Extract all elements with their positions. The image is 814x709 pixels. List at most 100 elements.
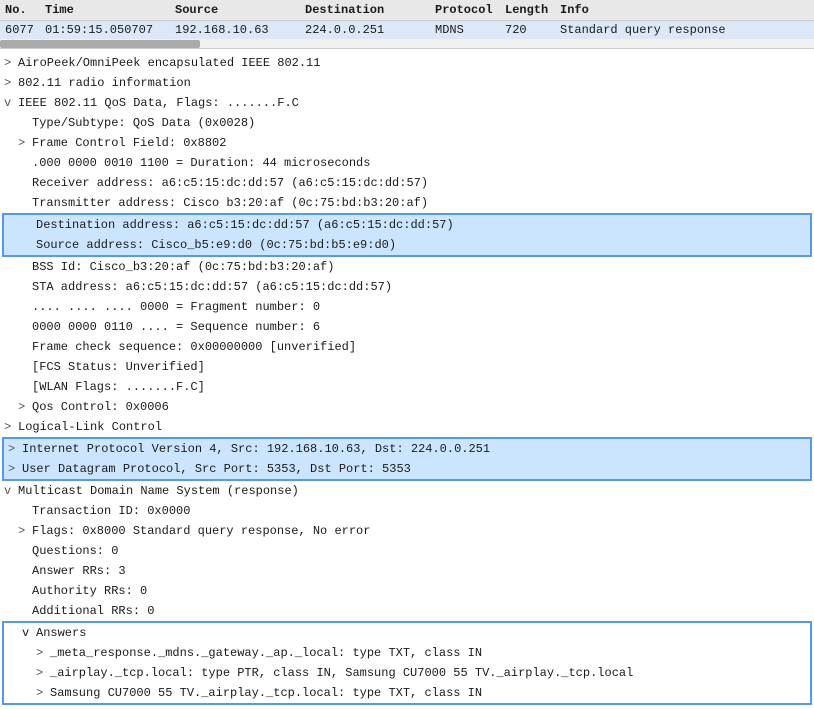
tree-text-txid: Transaction ID: 0x0000	[32, 502, 190, 520]
tree-text-bss: BSS Id: Cisco_b3:20:af (0c:75:bd:b3:20:a…	[32, 258, 334, 276]
expand-icon-flags2[interactable]: >	[18, 522, 32, 540]
tree-item-wlan-flags[interactable]: [WLAN Flags: .......F.C]	[0, 377, 814, 397]
tree-item-answer-rrs[interactable]: Answer RRs: 3	[0, 561, 814, 581]
tree-item-addl-rrs[interactable]: Additional RRs: 0	[0, 601, 814, 621]
scrollbar-area[interactable]	[0, 39, 814, 49]
scrollbar-thumb[interactable]	[0, 40, 200, 48]
tree-item-sequence[interactable]: 0000 0000 0110 .... = Sequence number: 6	[0, 317, 814, 337]
tree-text-ieee: IEEE 802.11 QoS Data, Flags: .......F.C	[18, 94, 299, 112]
tree-item-airopeel[interactable]: >AiroPeek/OmniPeek encapsulated IEEE 802…	[0, 53, 814, 73]
tree-item-duration[interactable]: .000 0000 0010 1100 = Duration: 44 micro…	[0, 153, 814, 173]
col-header-destination: Destination	[305, 3, 435, 17]
col-header-no: No.	[0, 3, 45, 17]
expand-icon-mdns[interactable]: v	[4, 482, 18, 500]
answer-expand-icon-ans1[interactable]: >	[36, 644, 50, 662]
tree-text-udp: User Datagram Protocol, Src Port: 5353, …	[22, 460, 411, 478]
tree-text-duration: .000 0000 0010 1100 = Duration: 44 micro…	[32, 154, 370, 172]
tree-text-receiver: Receiver address: a6:c5:15:dc:dd:57 (a6:…	[32, 174, 428, 192]
tree-item-receiver[interactable]: Receiver address: a6:c5:15:dc:dd:57 (a6:…	[0, 173, 814, 193]
col-header-info: Info	[560, 3, 814, 17]
tree-item-llc[interactable]: >Logical-Link Control	[0, 417, 814, 437]
tree-text-questions: Questions: 0	[32, 542, 118, 560]
answer-text-ans1: _meta_response._mdns._gateway._ap._local…	[50, 644, 482, 662]
tree-item-txid[interactable]: Transaction ID: 0x0000	[0, 501, 814, 521]
tree-item-sta[interactable]: STA address: a6:c5:15:dc:dd:57 (a6:c5:15…	[0, 277, 814, 297]
answers-header[interactable]: vAnswers	[4, 623, 810, 643]
tree-text-airopeel: AiroPeek/OmniPeek encapsulated IEEE 802.…	[18, 54, 320, 72]
tree-text-sta: STA address: a6:c5:15:dc:dd:57 (a6:c5:15…	[32, 278, 392, 296]
tree-text-radio: 802.11 radio information	[18, 74, 191, 92]
tree-item-src-addr[interactable]: Source address: Cisco_b5:e9:d0 (0c:75:bd…	[4, 235, 810, 255]
tree-text-fcs-val: Frame check sequence: 0x00000000 [unveri…	[32, 338, 356, 356]
answer-text-ans3: Samsung CU7000 55 TV._airplay._tcp.local…	[50, 684, 482, 702]
tree-item-fcs-val[interactable]: Frame check sequence: 0x00000000 [unveri…	[0, 337, 814, 357]
expand-icon-ip[interactable]: >	[8, 440, 22, 458]
col-header-length: Length	[505, 3, 560, 17]
packet-length: 720	[505, 23, 560, 37]
tree-item-fcs-status[interactable]: [FCS Status: Unverified]	[0, 357, 814, 377]
tree-text-llc: Logical-Link Control	[18, 418, 162, 436]
tree-text-sequence: 0000 0000 0110 .... = Sequence number: 6	[32, 318, 320, 336]
answer-item-ans2[interactable]: >_airplay._tcp.local: type PTR, class IN…	[4, 663, 810, 683]
answers-box: vAnswers>_meta_response._mdns._gateway._…	[2, 621, 812, 705]
tree-item-questions[interactable]: Questions: 0	[0, 541, 814, 561]
detail-panel: >AiroPeek/OmniPeek encapsulated IEEE 802…	[0, 49, 814, 709]
blue-box-dest-addr: Destination address: a6:c5:15:dc:dd:57 (…	[2, 213, 812, 257]
packet-no: 6077	[0, 23, 45, 37]
tree-item-fragment[interactable]: .... .... .... 0000 = Fragment number: 0	[0, 297, 814, 317]
tree-text-mdns: Multicast Domain Name System (response)	[18, 482, 299, 500]
tree-item-radio[interactable]: >802.11 radio information	[0, 73, 814, 93]
tree-item-udp[interactable]: >User Datagram Protocol, Src Port: 5353,…	[4, 459, 810, 479]
tree-item-transmitter[interactable]: Transmitter address: Cisco b3:20:af (0c:…	[0, 193, 814, 213]
tree-item-bss[interactable]: BSS Id: Cisco_b3:20:af (0c:75:bd:b3:20:a…	[0, 257, 814, 277]
tree-item-flags2[interactable]: >Flags: 0x8000 Standard query response, …	[0, 521, 814, 541]
packet-source: 192.168.10.63	[175, 23, 305, 37]
tree-text-fcs-status: [FCS Status: Unverified]	[32, 358, 205, 376]
tree-item-ip[interactable]: >Internet Protocol Version 4, Src: 192.1…	[4, 439, 810, 459]
answers-expand-icon[interactable]: v	[22, 624, 36, 642]
tree-item-type[interactable]: Type/Subtype: QoS Data (0x0028)	[0, 113, 814, 133]
answer-expand-icon-ans3[interactable]: >	[36, 684, 50, 702]
tree-item-frame[interactable]: >Frame Control Field: 0x8802	[0, 133, 814, 153]
answer-item-ans1[interactable]: >_meta_response._mdns._gateway._ap._loca…	[4, 643, 810, 663]
col-header-time: Time	[45, 3, 175, 17]
packet-protocol: MDNS	[435, 23, 505, 37]
expand-icon-ieee[interactable]: v	[4, 94, 18, 112]
packet-destination: 224.0.0.251	[305, 23, 435, 37]
tree-text-addl-rrs: Additional RRs: 0	[32, 602, 154, 620]
tree-text-answer-rrs: Answer RRs: 3	[32, 562, 126, 580]
tree-text-frame: Frame Control Field: 0x8802	[32, 134, 226, 152]
tree-text-transmitter: Transmitter address: Cisco b3:20:af (0c:…	[32, 194, 428, 212]
tree-item-ieee[interactable]: vIEEE 802.11 QoS Data, Flags: .......F.C	[0, 93, 814, 113]
tree-item-mdns[interactable]: vMulticast Domain Name System (response)	[0, 481, 814, 501]
tree-text-fragment: .... .... .... 0000 = Fragment number: 0	[32, 298, 320, 316]
packet-time: 01:59:15.050707	[45, 23, 175, 37]
tree-text-qos: Qos Control: 0x0006	[32, 398, 169, 416]
answer-expand-icon-ans2[interactable]: >	[36, 664, 50, 682]
tree-text-wlan-flags: [WLAN Flags: .......F.C]	[32, 378, 205, 396]
expand-icon-udp[interactable]: >	[8, 460, 22, 478]
tree-item-auth-rrs[interactable]: Authority RRs: 0	[0, 581, 814, 601]
expand-icon-frame[interactable]: >	[18, 134, 32, 152]
packet-info: Standard query response	[560, 23, 814, 37]
tree-text-src-addr: Source address: Cisco_b5:e9:d0 (0c:75:bd…	[36, 236, 396, 254]
tree-text-dest-addr: Destination address: a6:c5:15:dc:dd:57 (…	[36, 216, 454, 234]
tree-text-ip: Internet Protocol Version 4, Src: 192.16…	[22, 440, 490, 458]
expand-icon-radio[interactable]: >	[4, 74, 18, 92]
answers-label: Answers	[36, 624, 86, 642]
answer-item-ans3[interactable]: >Samsung CU7000 55 TV._airplay._tcp.loca…	[4, 683, 810, 703]
table-header: No. Time Source Destination Protocol Len…	[0, 0, 814, 21]
tree-item-qos[interactable]: >Qos Control: 0x0006	[0, 397, 814, 417]
tree-text-auth-rrs: Authority RRs: 0	[32, 582, 147, 600]
col-header-source: Source	[175, 3, 305, 17]
col-header-protocol: Protocol	[435, 3, 505, 17]
answer-text-ans2: _airplay._tcp.local: type PTR, class IN,…	[50, 664, 633, 682]
blue-box-ip: >Internet Protocol Version 4, Src: 192.1…	[2, 437, 812, 481]
expand-icon-qos[interactable]: >	[18, 398, 32, 416]
expand-icon-airopeel[interactable]: >	[4, 54, 18, 72]
tree-text-flags2: Flags: 0x8000 Standard query response, N…	[32, 522, 370, 540]
tree-text-type: Type/Subtype: QoS Data (0x0028)	[32, 114, 255, 132]
tree-item-dest-addr[interactable]: Destination address: a6:c5:15:dc:dd:57 (…	[4, 215, 810, 235]
packet-row[interactable]: 6077 01:59:15.050707 192.168.10.63 224.0…	[0, 21, 814, 39]
expand-icon-llc[interactable]: >	[4, 418, 18, 436]
